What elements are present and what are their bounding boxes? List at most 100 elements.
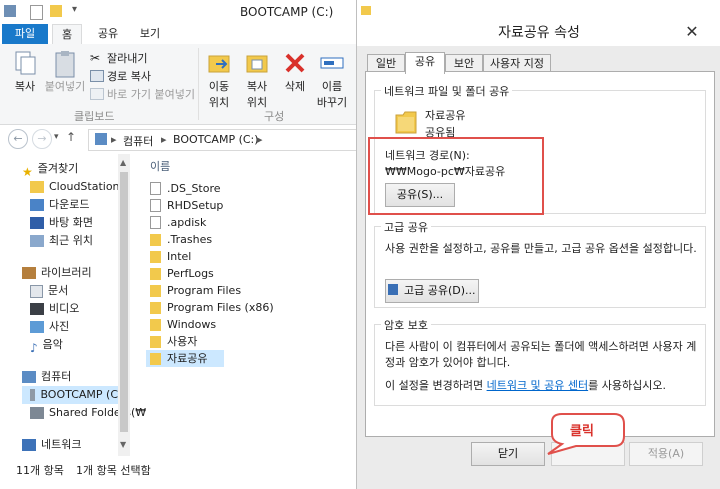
nav-documents[interactable]: 문서 bbox=[30, 282, 68, 300]
move-to-icon bbox=[206, 50, 232, 76]
desktop-icon bbox=[30, 217, 44, 229]
list-item[interactable]: PerfLogs bbox=[150, 265, 214, 282]
breadcrumb-computer[interactable]: 컴퓨터 bbox=[123, 133, 153, 149]
apply-button[interactable]: 적용(A) bbox=[629, 442, 703, 466]
column-header-name[interactable]: 이름 bbox=[150, 158, 170, 174]
list-item[interactable]: Intel bbox=[150, 248, 191, 265]
group-title: 고급 공유 bbox=[381, 219, 431, 235]
close-icon[interactable]: ✕ bbox=[679, 20, 705, 44]
computer-icon bbox=[22, 371, 36, 383]
password-description: 다른 사람이 이 컴퓨터에서 공유되는 폴더에 액세스하려면 사용자 계정과 암… bbox=[385, 340, 697, 369]
list-item[interactable]: .DS_Store bbox=[150, 180, 221, 197]
folder-icon bbox=[150, 233, 161, 246]
change-setting-text: 이 설정을 변경하려면 네트워크 및 공유 센터를 사용하십시오. bbox=[385, 379, 666, 392]
shield-icon bbox=[388, 284, 399, 295]
copy-to-icon bbox=[244, 50, 270, 76]
tab-view[interactable]: 보기 bbox=[132, 24, 168, 44]
library-icon bbox=[22, 267, 36, 279]
documents-icon bbox=[30, 284, 43, 298]
folder-icon bbox=[361, 6, 371, 15]
tab-share[interactable]: 공유 bbox=[90, 24, 126, 44]
breadcrumb-separator-icon: ▸ bbox=[161, 133, 167, 146]
scroll-down-icon[interactable]: ▼ bbox=[120, 440, 126, 449]
cut-button[interactable]: ✂ 잘라내기 bbox=[90, 50, 147, 66]
folder-icon bbox=[30, 181, 44, 193]
address-bar: ← → ▾ ↑ ▸ 컴퓨터 ▸ BOOTCAMP (C:) ▸ bbox=[0, 126, 358, 152]
list-item[interactable]: Windows bbox=[150, 316, 216, 333]
properties-icon[interactable] bbox=[30, 5, 43, 20]
breadcrumb-drive[interactable]: BOOTCAMP (C:) bbox=[173, 133, 259, 146]
quick-access-icon[interactable] bbox=[4, 5, 16, 17]
nav-favorites[interactable]: ★ 즐겨찾기 bbox=[22, 160, 78, 179]
nav-videos[interactable]: 비디오 bbox=[30, 300, 79, 318]
tab-sharing[interactable]: 공유 bbox=[405, 52, 445, 74]
organize-group-label: 구성 bbox=[264, 110, 285, 123]
window-title: BOOTCAMP (C:) bbox=[240, 5, 334, 19]
delete-button[interactable]: 삭제 bbox=[280, 50, 310, 94]
back-button[interactable]: ← bbox=[8, 129, 28, 149]
click-callout-bubble: 클릭 bbox=[540, 412, 626, 456]
group-title: 암호 보호 bbox=[381, 317, 431, 333]
qat-dropdown-icon[interactable]: ▾ bbox=[72, 4, 77, 15]
address-field[interactable]: ▸ 컴퓨터 ▸ BOOTCAMP (C:) ▸ bbox=[88, 129, 358, 151]
nav-cloudstation[interactable]: CloudStation bbox=[30, 178, 120, 196]
nav-libraries[interactable]: 라이브러리 bbox=[22, 264, 92, 282]
scroll-thumb[interactable] bbox=[120, 172, 128, 432]
paste-button[interactable]: 붙여넣기 bbox=[44, 50, 86, 94]
ribbon-divider bbox=[198, 48, 199, 120]
sharing-tab-panel: 네트워크 파일 및 폴더 공유 자료공유 공유됨 네트워크 경로(N): ₩₩M… bbox=[365, 71, 715, 437]
close-button[interactable]: 닫기 bbox=[471, 442, 545, 466]
nav-downloads[interactable]: 다운로드 bbox=[30, 196, 89, 214]
file-icon bbox=[150, 216, 161, 229]
folder-icon bbox=[150, 267, 161, 280]
list-item[interactable]: RHDSetup bbox=[150, 197, 223, 214]
list-item[interactable]: Program Files (x86) bbox=[150, 299, 274, 316]
list-item[interactable]: 사용자 bbox=[150, 333, 197, 350]
recent-locations-icon[interactable]: ▾ bbox=[54, 132, 59, 142]
folder-name: 자료공유 bbox=[425, 109, 466, 122]
copy-path-button[interactable]: 경로 복사 bbox=[90, 68, 151, 84]
clipboard-group-label: 클립보드 bbox=[74, 110, 115, 123]
move-to-button[interactable]: 이동 위치 bbox=[202, 50, 236, 110]
tab-file[interactable]: 파일 bbox=[2, 24, 48, 44]
explorer-titlebar: ▾ BOOTCAMP (C:) bbox=[0, 0, 356, 25]
scissors-icon: ✂ bbox=[90, 51, 101, 65]
copy-path-icon bbox=[90, 70, 104, 82]
network-sharing-center-link[interactable]: 네트워크 및 공유 센터 bbox=[487, 379, 589, 392]
nav-pictures[interactable]: 사진 bbox=[30, 318, 69, 336]
list-item-selected[interactable]: 자료공유 bbox=[146, 350, 224, 367]
nav-scrollbar[interactable]: ▲ ▼ bbox=[118, 154, 130, 456]
nav-recent-places[interactable]: 최근 위치 bbox=[30, 232, 93, 250]
nav-network[interactable]: 네트워크 bbox=[22, 436, 81, 454]
network-drive-icon bbox=[30, 407, 44, 419]
videos-icon bbox=[30, 303, 44, 315]
advanced-sharing-button[interactable]: 고급 공유(D)... bbox=[385, 279, 479, 303]
nav-bootcamp-drive[interactable]: BOOTCAMP (C:) bbox=[22, 386, 126, 404]
list-item[interactable]: Program Files bbox=[150, 282, 241, 299]
copy-to-button[interactable]: 복사 위치 bbox=[240, 50, 274, 110]
clipboard-icon bbox=[52, 50, 78, 78]
nav-music[interactable]: ♪ 음악 bbox=[30, 336, 63, 355]
dialog-titlebar: 자료공유 속성 ✕ bbox=[357, 0, 720, 46]
status-item-count: 11개 항목 bbox=[16, 464, 64, 477]
password-protection-group: 암호 보호 다른 사람이 이 컴퓨터에서 공유되는 폴더에 액세스하려면 사용자… bbox=[374, 317, 706, 406]
group-title: 네트워크 파일 및 폴더 공유 bbox=[381, 83, 513, 99]
computer-icon bbox=[95, 133, 107, 145]
highlight-box bbox=[368, 137, 544, 215]
paste-shortcut-icon bbox=[90, 88, 104, 100]
breadcrumb-separator-icon: ▸ bbox=[111, 133, 117, 146]
list-item[interactable]: .Trashes bbox=[150, 231, 212, 248]
nav-desktop[interactable]: 바탕 화면 bbox=[30, 214, 93, 232]
up-arrow-icon[interactable]: ↑ bbox=[66, 130, 76, 144]
ribbon: 복사 붙여넣기 ✂ 잘라내기 경로 복사 바로 가기 붙여넣기 클립보드 이동 bbox=[0, 44, 356, 125]
rename-button[interactable]: 이름 바꾸기 bbox=[312, 50, 352, 110]
forward-button[interactable]: → bbox=[32, 129, 52, 149]
list-item[interactable]: .apdisk bbox=[150, 214, 206, 231]
tab-home[interactable]: 홈 bbox=[52, 24, 82, 45]
copy-button[interactable]: 복사 bbox=[8, 50, 42, 94]
advanced-sharing-description: 사용 권한을 설정하고, 공유를 만들고, 고급 공유 옵션을 설정합니다. bbox=[385, 242, 697, 255]
new-folder-icon[interactable] bbox=[50, 5, 62, 17]
scroll-up-icon[interactable]: ▲ bbox=[120, 158, 126, 167]
paste-shortcut-button[interactable]: 바로 가기 붙여넣기 bbox=[90, 86, 195, 102]
nav-computer[interactable]: 컴퓨터 bbox=[22, 368, 71, 386]
